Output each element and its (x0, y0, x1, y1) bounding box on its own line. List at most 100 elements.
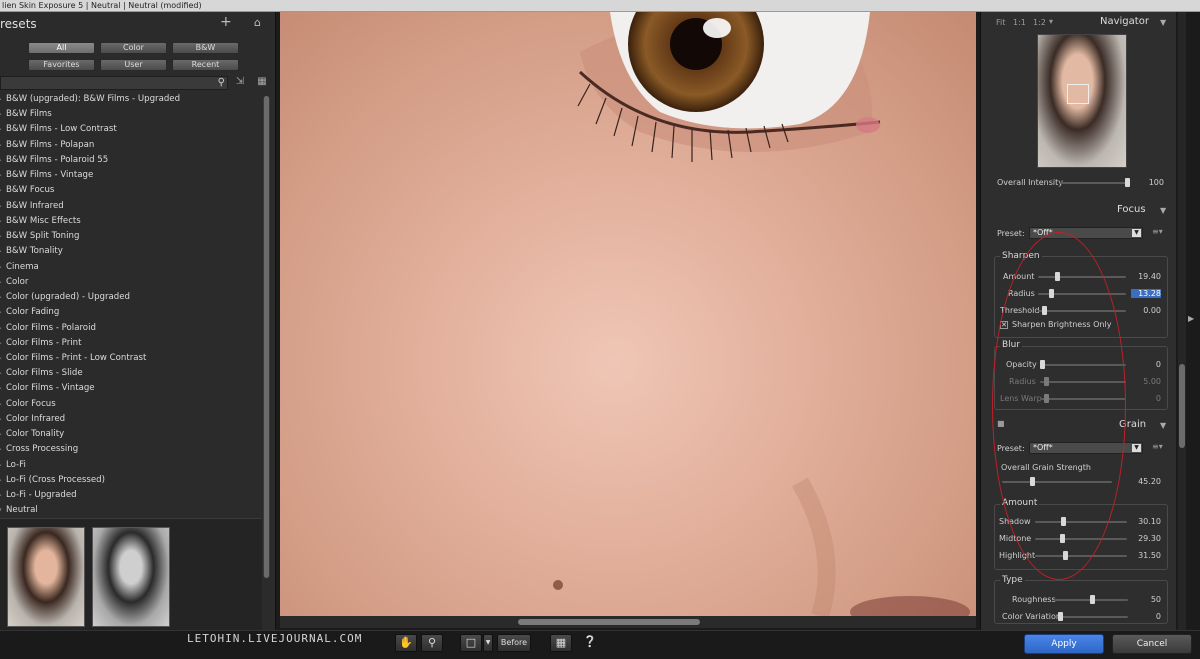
navigator-collapse-icon[interactable]: ▼ (1160, 18, 1166, 27)
midtone-value[interactable]: 29.30 (1131, 534, 1161, 543)
blur-opacity-value[interactable]: 0 (1131, 360, 1161, 369)
sharpen-threshold-value[interactable]: 0.00 (1131, 306, 1161, 315)
zoom-tool-button[interactable]: ⚲ (421, 634, 443, 652)
overall-intensity-slider[interactable] (1060, 182, 1130, 184)
panels-button[interactable]: ▦ (550, 634, 572, 652)
filter-recent-button[interactable]: Recent (172, 59, 239, 71)
grain-type-title: Type (1000, 575, 1025, 585)
before-button[interactable]: Before (497, 634, 531, 652)
roughness-value[interactable]: 50 (1131, 595, 1161, 604)
preset-category-item[interactable]: Color Films - Polaroid (0, 321, 262, 336)
preset-category-item[interactable]: Cinema (0, 260, 262, 275)
home-icon[interactable]: ⌂ (254, 16, 266, 29)
preset-category-item[interactable]: Color Fading (0, 305, 262, 320)
cancel-button[interactable]: Cancel (1112, 634, 1192, 654)
hand-tool-button[interactable]: ✋ (395, 634, 417, 652)
preset-category-item[interactable]: Lo-Fi (Cross Processed) (0, 473, 262, 488)
help-icon: ❔ (583, 635, 597, 648)
preset-category-item[interactable]: Lo-Fi - Upgraded (0, 488, 262, 503)
image-canvas[interactable] (280, 12, 976, 616)
filter-all-button[interactable]: All (28, 42, 95, 54)
preset-category-item[interactable]: Color Infrared (0, 412, 262, 427)
magnifier-icon: ⚲ (427, 636, 437, 649)
zoom-1-2-option[interactable]: 1:2 (1033, 18, 1046, 27)
expand-panel-icon[interactable]: ▶ (1188, 314, 1194, 323)
color-variation-label: Color Variation (1002, 612, 1061, 621)
filter-user-button[interactable]: User (100, 59, 167, 71)
color-variation-slider[interactable] (1058, 616, 1128, 618)
canvas-horizontal-scrollbar[interactable] (280, 616, 976, 628)
filter-bw-button[interactable]: B&W (172, 42, 239, 54)
preset-category-item[interactable]: B&W (upgraded): B&W Films - Upgraded (0, 92, 262, 107)
blur-radius-value: 5.00 (1143, 377, 1161, 386)
scrollbar-thumb[interactable] (264, 96, 269, 578)
preset-category-item[interactable]: Color Films - Slide (0, 366, 262, 381)
sharpen-radius-value[interactable]: 13.28 (1131, 289, 1161, 298)
apply-button[interactable]: Apply (1024, 634, 1104, 654)
focus-menu-icon[interactable]: ≡▾ (1152, 227, 1163, 236)
collapse-all-icon[interactable]: ⇲ (234, 76, 246, 88)
watermark: LETOHIN.LIVEJOURNAL.COM (187, 632, 363, 645)
panel-layout-icon: ▦ (555, 636, 567, 649)
zoom-fit-option[interactable]: Fit (996, 18, 1005, 27)
preset-thumbnail-color[interactable] (7, 527, 85, 627)
preset-category-item[interactable]: Color Films - Print (0, 336, 262, 351)
preset-category-item[interactable]: B&W Films - Polapan (0, 138, 262, 153)
preset-category-item[interactable]: B&W Films - Low Contrast (0, 122, 262, 137)
preset-category-item[interactable]: Lo-Fi (0, 458, 262, 473)
shadow-value[interactable]: 30.10 (1131, 517, 1161, 526)
scrollbar-thumb[interactable] (518, 619, 700, 625)
preset-list-scrollbar[interactable] (263, 96, 270, 578)
color-variation-knob[interactable] (1058, 612, 1063, 621)
preset-category-item[interactable]: Color Tonality (0, 427, 262, 442)
color-variation-value[interactable]: 0 (1131, 612, 1161, 621)
compare-view-button[interactable]: □ (460, 634, 482, 652)
sharpen-amount-value[interactable]: 19.40 (1131, 272, 1161, 281)
preset-category-item[interactable]: B&W Tonality (0, 244, 262, 259)
adjustments-scrollbar[interactable] (1178, 12, 1186, 630)
scrollbar-thumb[interactable] (1179, 364, 1185, 448)
preset-category-item[interactable]: B&W Films (0, 107, 262, 122)
focus-title: Focus (1117, 204, 1146, 215)
preset-category-item[interactable]: Color (0, 275, 262, 290)
preset-category-item[interactable]: Color Focus (0, 397, 262, 412)
focus-collapse-icon[interactable]: ▼ (1160, 206, 1166, 215)
preset-category-item[interactable]: Neutral (0, 503, 262, 518)
help-button[interactable]: ❔ (578, 634, 602, 652)
portrait-closeup (553, 12, 970, 616)
grain-menu-icon[interactable]: ≡▾ (1152, 442, 1163, 451)
highlight-value[interactable]: 31.50 (1131, 551, 1161, 560)
roughness-knob[interactable] (1090, 595, 1095, 604)
preset-category-item[interactable]: B&W Split Toning (0, 229, 262, 244)
preset-category-item[interactable]: Cross Processing (0, 442, 262, 457)
grain-collapse-icon[interactable]: ▼ (1160, 421, 1166, 430)
zoom-dropdown-icon[interactable]: ▾ (1049, 17, 1053, 26)
preset-category-item[interactable]: B&W Focus (0, 183, 262, 198)
navigator-title: Navigator (1100, 16, 1149, 27)
preset-category-item[interactable]: B&W Misc Effects (0, 214, 262, 229)
title-bar: lien Skin Exposure 5 | Neutral | Neutral… (0, 0, 1200, 12)
overall-intensity-label: Overall Intensity (997, 178, 1063, 187)
navigator-view-box[interactable] (1067, 84, 1089, 104)
zoom-1-1-option[interactable]: 1:1 (1013, 18, 1026, 27)
filter-color-button[interactable]: Color (100, 42, 167, 54)
compare-dropdown-button[interactable]: ▼ (483, 634, 493, 652)
preset-search-input[interactable]: ⚲ (0, 76, 228, 90)
filter-favorites-button[interactable]: Favorites (28, 59, 95, 71)
add-preset-icon[interactable]: + (220, 14, 232, 30)
square-icon: □ (465, 636, 477, 649)
preset-thumbnail-bw[interactable] (92, 527, 170, 627)
search-icon[interactable]: ⚲ (218, 77, 225, 89)
overall-intensity-knob[interactable] (1125, 178, 1130, 187)
preset-category-item[interactable]: B&W Films - Polaroid 55 (0, 153, 262, 168)
grain-strength-value[interactable]: 45.20 (1131, 477, 1161, 486)
grid-view-icon[interactable]: ▦ (256, 76, 268, 88)
preset-category-item[interactable]: Color Films - Vintage (0, 381, 262, 396)
preset-category-item[interactable]: Color Films - Print - Low Contrast (0, 351, 262, 366)
preset-thumbnails (0, 518, 262, 630)
preset-category-item[interactable]: B&W Films - Vintage (0, 168, 262, 183)
roughness-label: Roughness (1012, 595, 1056, 604)
presets-title: resets (0, 17, 37, 31)
preset-category-item[interactable]: Color (upgraded) - Upgraded (0, 290, 262, 305)
preset-category-item[interactable]: B&W Infrared (0, 199, 262, 214)
